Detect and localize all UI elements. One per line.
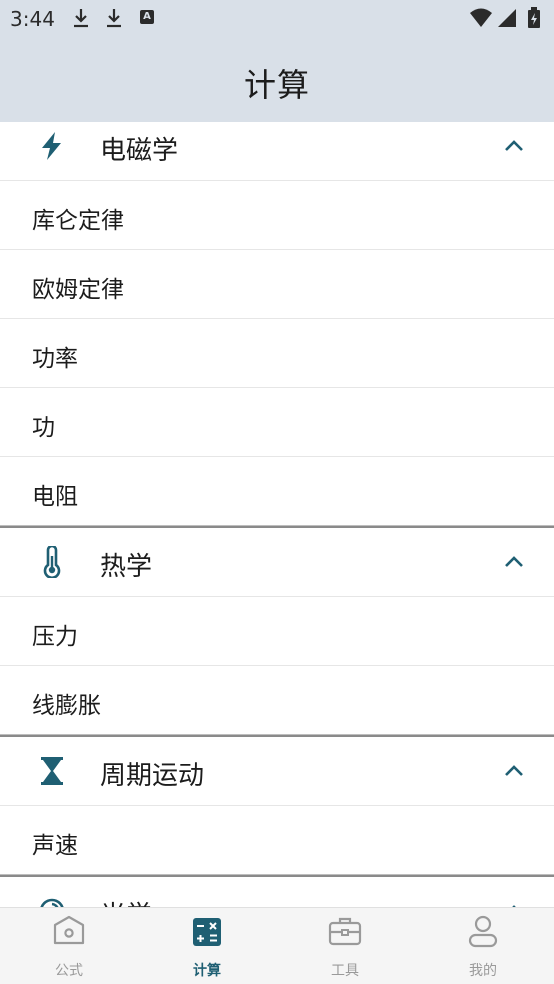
thermometer-icon [43, 546, 61, 578]
list-item[interactable]: 线膨胀 [0, 666, 554, 734]
status-right-icons [470, 7, 540, 28]
list-item[interactable]: 功 [0, 388, 554, 457]
list-item[interactable]: 压力 [0, 597, 554, 666]
status-bar: 3:44 A [0, 0, 554, 38]
toolbox-icon [328, 917, 362, 946]
section-header-electromagnetism[interactable]: 电磁学 [0, 122, 554, 181]
section-label: 光学 [100, 895, 152, 907]
list-item[interactable]: 声速 [0, 806, 554, 874]
list-item-label: 声速 [32, 833, 78, 859]
nav-item-calculate[interactable]: 计算 [138, 908, 276, 984]
list-item-label: 欧姆定律 [32, 277, 124, 303]
signal-icon [498, 9, 516, 27]
chevron-up-icon[interactable] [502, 761, 526, 781]
bottom-navigation: 公式 计算 工具 我的 [0, 907, 554, 984]
optics-icon [40, 898, 64, 907]
list-item-label: 压力 [32, 624, 78, 650]
nav-item-profile[interactable]: 我的 [414, 908, 552, 984]
list-item-label: 电阻 [32, 484, 78, 510]
list-item[interactable]: 功率 [0, 319, 554, 388]
calculation-list: 电磁学 库仑定律 欧姆定律 功率 功 电阻 热学 压力 线膨胀 周期运动 声速 [0, 122, 554, 907]
nav-label: 我的 [469, 963, 497, 979]
screen: 3:44 A 计算 电磁学 库仑定律 欧姆定律 功率 功 电阻 热学 压力 线膨… [0, 0, 554, 984]
chevron-up-icon[interactable] [502, 552, 526, 572]
section-header-periodic-motion[interactable]: 周期运动 [0, 737, 554, 806]
list-item[interactable]: 库仑定律 [0, 181, 554, 250]
chevron-up-icon[interactable] [502, 136, 526, 156]
section-label: 电磁学 [100, 136, 179, 166]
list-item-label: 功率 [32, 346, 78, 372]
download-icon [74, 9, 88, 28]
nav-label: 公式 [55, 963, 83, 979]
calculator-icon [193, 918, 221, 946]
section-label: 周期运动 [100, 761, 205, 791]
hourglass-icon [41, 757, 63, 785]
section-label: 热学 [100, 552, 153, 582]
nav-item-formula[interactable]: 公式 [0, 908, 138, 984]
page-title: 计算 [243, 66, 310, 104]
list-item-label: 库仑定律 [32, 208, 124, 234]
download-icon [107, 9, 121, 28]
section-header-optics[interactable]: 光学 [0, 877, 554, 907]
list-item-label: 功 [32, 415, 55, 441]
list-item[interactable]: 欧姆定律 [0, 250, 554, 319]
nav-label: 工具 [331, 963, 359, 979]
battery-icon [528, 7, 540, 28]
profile-icon [468, 915, 498, 948]
list-item-label: 线膨胀 [32, 693, 101, 719]
formula-icon [53, 915, 85, 945]
list-item[interactable]: 电阻 [0, 457, 554, 525]
top-app-bar: 3:44 A 计算 [0, 0, 554, 122]
lightning-icon [42, 132, 61, 160]
status-time: 3:44 [10, 7, 55, 31]
nav-item-tools[interactable]: 工具 [276, 908, 414, 984]
nav-label: 计算 [193, 963, 221, 979]
font-badge-icon: A [140, 10, 154, 24]
wifi-icon [470, 8, 492, 27]
section-header-thermodynamics[interactable]: 热学 [0, 528, 554, 597]
